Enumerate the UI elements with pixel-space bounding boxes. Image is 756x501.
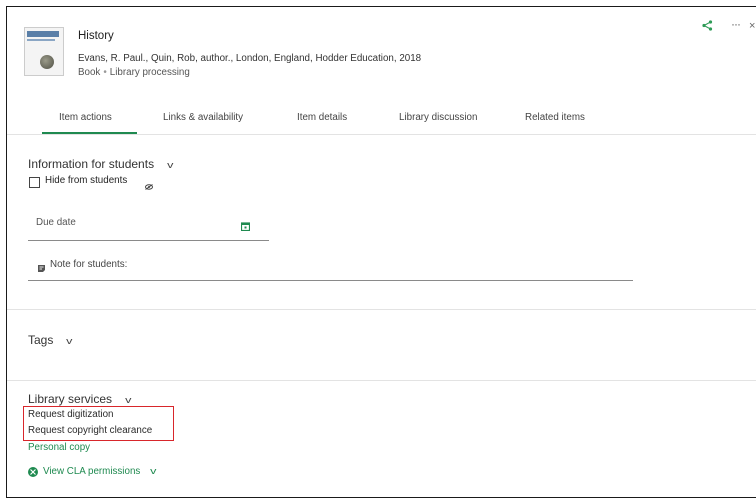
note-underline [28, 280, 633, 281]
students-heading: Information for students [28, 157, 155, 171]
tab-item-details[interactable]: Item details [297, 112, 347, 123]
close-circle-icon [28, 467, 38, 477]
hide-from-students-label: Hide from students [45, 175, 128, 186]
more-icon[interactable]: ··· [731, 17, 741, 31]
tab-links-availability[interactable]: Links & availability [163, 112, 243, 123]
personal-copy-link[interactable]: Personal copy [28, 442, 90, 453]
tags-section-header[interactable]: Tags v [28, 333, 73, 347]
tab-library-discussion[interactable]: Library discussion [399, 112, 477, 123]
item-type-status: Book • Library processing [78, 67, 190, 78]
hide-from-students-checkbox[interactable] [29, 177, 40, 188]
due-date-underline [28, 240, 269, 241]
chevron-down-icon: v [167, 160, 174, 170]
note-for-students-field[interactable]: Note for students: [50, 259, 127, 270]
eye-off-icon [145, 177, 153, 195]
students-section-header[interactable]: Information for students v [28, 157, 173, 171]
book-cover-thumbnail [24, 27, 64, 76]
highlight-box [23, 406, 174, 441]
tab-item-actions[interactable]: Item actions [59, 112, 112, 123]
share-icon[interactable] [702, 18, 713, 36]
chevron-down-icon: v [66, 336, 73, 346]
item-status: Library processing [109, 67, 190, 78]
item-title: History [78, 30, 114, 42]
tabs-divider [7, 134, 756, 135]
separator-dot: • [103, 67, 107, 78]
library-services-header[interactable]: Library services v [28, 392, 131, 406]
note-icon [37, 260, 46, 278]
section-divider [7, 380, 756, 381]
close-icon[interactable]: × [749, 20, 755, 32]
calendar-icon[interactable] [240, 218, 251, 236]
tags-heading: Tags [28, 333, 54, 347]
library-services-heading: Library services [28, 392, 113, 406]
item-authors: Evans, R. Paul., Quin, Rob, author., Lon… [78, 53, 422, 64]
item-type: Book [78, 67, 101, 78]
chevron-down-icon: v [125, 395, 132, 405]
due-date-field[interactable]: Due date [36, 217, 76, 228]
view-cla-permissions-link[interactable]: View CLA permissions [43, 466, 140, 477]
chevron-down-icon[interactable]: v [150, 466, 156, 476]
section-divider [7, 309, 756, 310]
tab-related-items[interactable]: Related items [525, 112, 585, 123]
